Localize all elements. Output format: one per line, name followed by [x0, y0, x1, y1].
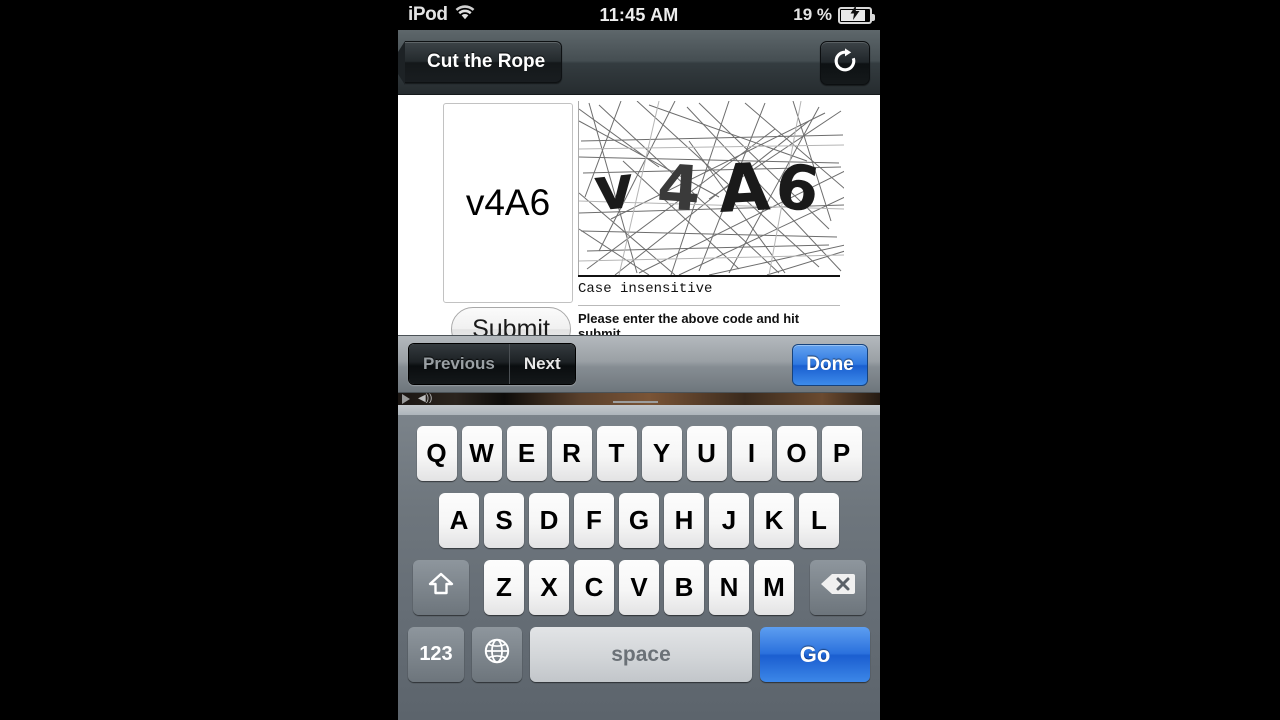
key-f[interactable]: F — [574, 493, 614, 548]
key-t[interactable]: T — [596, 426, 637, 481]
on-screen-keyboard: Q W E R T Y U I O P A S D F G H J K L Z … — [398, 415, 880, 720]
content-divider — [578, 305, 840, 306]
next-field-button[interactable]: Next — [509, 344, 575, 384]
globe-icon — [483, 637, 511, 672]
navigation-bar: Cut the Rope — [398, 30, 880, 95]
previous-field-button[interactable]: Previous — [409, 344, 510, 384]
key-y[interactable]: Y — [641, 426, 682, 481]
svg-text:A: A — [717, 148, 772, 228]
keyboard-row-4: 123 space Go — [398, 627, 880, 682]
captcha-instructions: Please enter the above code and hit subm… — [578, 311, 848, 335]
key-z[interactable]: Z — [484, 560, 524, 615]
key-s[interactable]: S — [484, 493, 524, 548]
status-bar-right: 19 % — [793, 0, 875, 30]
key-c[interactable]: C — [574, 560, 614, 615]
key-x[interactable]: X — [529, 560, 569, 615]
device-screen: iPod 11:45 AM 19 % Cut the Rope v4A6 Sub… — [398, 0, 880, 720]
instruction-line-1: Please enter the above code and hit subm… — [578, 311, 800, 335]
volume-icon[interactable]: ◀)) — [418, 394, 432, 404]
keyboard-row-3: Z X C V B N M — [398, 560, 880, 615]
captcha-note: Case insensitive — [578, 281, 713, 297]
key-e[interactable]: E — [506, 426, 547, 481]
captcha-panel: v 4 A 6 Case insensitive Please enter th… — [578, 101, 848, 335]
refresh-button[interactable] — [820, 41, 870, 85]
backspace-icon — [820, 572, 856, 603]
captcha-input-value: v4A6 — [465, 182, 551, 223]
form-accessory-bar: Previous Next Done — [398, 335, 880, 393]
submit-button[interactable]: Submit — [451, 307, 571, 335]
key-d[interactable]: D — [529, 493, 569, 548]
back-button[interactable]: Cut the Rope — [398, 41, 563, 85]
key-u[interactable]: U — [686, 426, 727, 481]
backspace-key[interactable] — [809, 560, 866, 615]
captcha-image: v 4 A 6 — [578, 101, 844, 275]
done-button-label: Done — [806, 354, 854, 375]
key-a[interactable]: A — [439, 493, 479, 548]
back-button-label: Cut the Rope — [427, 51, 546, 72]
key-w[interactable]: W — [461, 426, 502, 481]
globe-key[interactable] — [472, 627, 522, 682]
svg-text:v: v — [591, 152, 637, 226]
video-player-sliver: ◀)) — [398, 393, 880, 405]
web-content-area: v4A6 Submit v 4 A 6 Case insensitive Ple… — [398, 95, 880, 335]
return-key[interactable]: Go — [760, 627, 870, 682]
refresh-icon — [832, 47, 858, 79]
keyboard-row-2: A S D F G H J K L — [398, 493, 880, 548]
captcha-divider — [578, 275, 840, 277]
keyboard-row-1: Q W E R T Y U I O P — [398, 426, 880, 481]
battery-percent-label: 19 % — [793, 5, 832, 24]
key-k[interactable]: K — [754, 493, 794, 548]
space-key[interactable]: space — [530, 627, 752, 682]
key-v[interactable]: V — [619, 560, 659, 615]
key-r[interactable]: R — [551, 426, 592, 481]
key-h[interactable]: H — [664, 493, 704, 548]
key-n[interactable]: N — [709, 560, 749, 615]
previous-field-label: Previous — [423, 354, 495, 373]
key-b[interactable]: B — [664, 560, 704, 615]
key-o[interactable]: O — [776, 426, 817, 481]
clock-label: 11:45 AM — [599, 4, 679, 25]
done-button[interactable]: Done — [792, 344, 868, 386]
battery-charging-icon — [838, 5, 875, 24]
status-bar: iPod 11:45 AM 19 % — [398, 0, 880, 30]
key-g[interactable]: G — [619, 493, 659, 548]
shift-arrow-icon — [427, 571, 455, 604]
numeric-mode-key[interactable]: 123 — [408, 627, 464, 682]
key-q[interactable]: Q — [416, 426, 457, 481]
play-icon[interactable] — [402, 394, 410, 404]
key-i[interactable]: I — [731, 426, 772, 481]
page-background-strip — [398, 405, 880, 415]
shift-key[interactable] — [412, 560, 469, 615]
key-p[interactable]: P — [821, 426, 862, 481]
key-l[interactable]: L — [799, 493, 839, 548]
form-nav-segmented-control[interactable]: Previous Next — [408, 343, 576, 385]
svg-text:4: 4 — [655, 150, 703, 226]
key-m[interactable]: M — [754, 560, 794, 615]
submit-button-label: Submit — [472, 314, 550, 336]
scrubber-track[interactable] — [613, 401, 658, 403]
key-j[interactable]: J — [709, 493, 749, 548]
next-field-label: Next — [523, 354, 561, 373]
captcha-input[interactable]: v4A6 — [443, 103, 573, 303]
